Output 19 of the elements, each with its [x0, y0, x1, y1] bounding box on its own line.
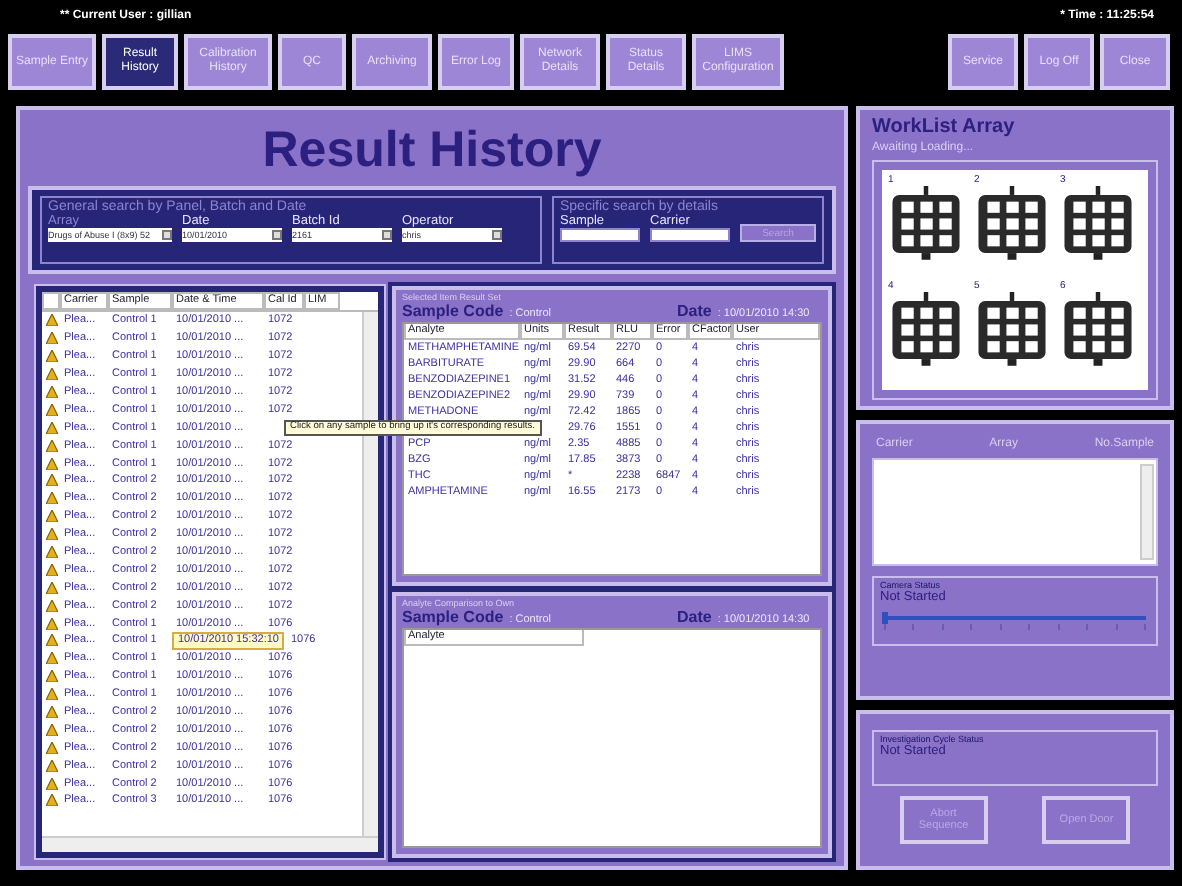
input-field[interactable]: [560, 228, 640, 242]
date-label: Date: [676, 608, 712, 626]
panel-title: WorkList Array: [872, 116, 1017, 138]
sample-code-label: Sample Code: [402, 608, 504, 626]
cartridge-drawing: [1060, 186, 1136, 262]
scrollbar[interactable]: [1140, 464, 1154, 560]
sample-code-label: Sample Code: [402, 302, 504, 320]
scrollbar[interactable]: [42, 836, 378, 852]
cartridge-drawing: [888, 186, 964, 262]
input-field[interactable]: [650, 228, 730, 242]
cartridge-drawing: [1060, 292, 1136, 368]
carrier-list[interactable]: [872, 458, 1158, 566]
cartridge-drawing: [974, 292, 1050, 368]
date-label: Date: [676, 302, 712, 320]
cartridge-drawing: [974, 186, 1050, 262]
slider-thumb[interactable]: [882, 612, 888, 624]
page-title: Result History: [260, 120, 604, 182]
cartridge-drawing: [888, 292, 964, 368]
column-header[interactable]: [42, 292, 60, 310]
